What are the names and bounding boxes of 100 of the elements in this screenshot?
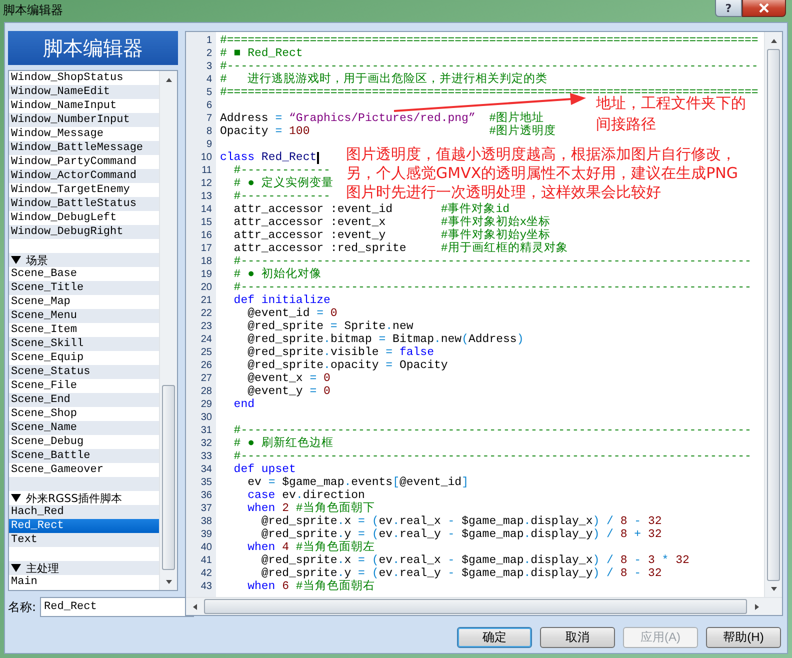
up-arrow-icon[interactable] xyxy=(770,36,778,44)
script-item[interactable]: Hach_Red xyxy=(9,505,159,519)
code-line: # ■ Red_Rect xyxy=(220,47,303,60)
code-line: #------------- xyxy=(232,164,330,177)
annotation-text: 图片时先进行一次透明处理，这样效果会比较好 xyxy=(346,183,661,202)
script-item[interactable]: Window_DebugRight xyxy=(9,225,159,239)
code-line: end xyxy=(232,398,255,411)
line-number: 6 xyxy=(205,100,213,111)
script-item[interactable]: Scene_Title xyxy=(9,281,159,295)
line-number: 13 xyxy=(200,191,213,202)
code-line: @red_sprite.x = (ev.real_x - $game_map.display_x) / 8 - 32 xyxy=(260,515,662,528)
script-item[interactable]: Window_BattleMessage xyxy=(9,141,159,155)
line-number: 3 xyxy=(205,61,213,72)
code-line: attr_accessor :red_sprite #用于画红框的精灵对象 xyxy=(232,242,568,255)
line-number: 15 xyxy=(200,217,213,228)
code-line: #------------- xyxy=(232,190,330,203)
code-line: @red_sprite.y = (ev.real_y - $game_map.display_y) / 8 + 32 xyxy=(260,528,662,541)
name-field[interactable]: Red_Rect xyxy=(40,597,194,617)
script-item[interactable]: Window_NameEdit xyxy=(9,85,159,99)
script-item[interactable]: Scene_Battle xyxy=(9,449,159,463)
line-number: 16 xyxy=(200,230,213,241)
script-item[interactable]: Scene_End xyxy=(9,393,159,407)
script-item[interactable]: Window_TargetEnemy xyxy=(9,183,159,197)
script-item[interactable]: Scene_Item xyxy=(9,323,159,337)
script-item[interactable]: Scene_Shop xyxy=(9,407,159,421)
code-line: @red_sprite.opacity = Opacity xyxy=(246,359,448,372)
line-number: 10 xyxy=(200,152,213,163)
line-number: 8 xyxy=(205,126,213,137)
down-arrow-icon[interactable] xyxy=(164,578,172,586)
code-line: # ● 刷新红色边框 xyxy=(232,437,334,450)
script-item[interactable]: Window_DebugLeft xyxy=(9,211,159,225)
script-item[interactable]: Window_BattleStatus xyxy=(9,197,159,211)
code-line: def initialize xyxy=(232,294,330,307)
expand-triangle-icon[interactable] xyxy=(11,564,21,572)
script-item[interactable]: Scene_Equip xyxy=(9,351,159,365)
script-item[interactable]: Scene_Base xyxy=(9,267,159,281)
dialog-button[interactable]: 确定 xyxy=(457,627,532,648)
script-item[interactable]: Window_ActorCommand xyxy=(9,169,159,183)
editor-banner: 脚本编辑器 xyxy=(8,31,178,65)
code-line: #============================================================================= xyxy=(220,34,758,47)
code-line: case ev.direction xyxy=(246,489,365,502)
dialog-button[interactable]: 帮助(H) xyxy=(706,627,781,648)
code-line: @event_id = 0 xyxy=(246,307,338,320)
scroll-thumb[interactable] xyxy=(767,49,780,581)
script-item[interactable]: Scene_File xyxy=(9,379,159,393)
line-number: 37 xyxy=(200,503,213,514)
script-item[interactable]: Scene_Menu xyxy=(9,309,159,323)
line-number: 19 xyxy=(200,269,213,280)
script-item[interactable]: Scene_Status xyxy=(9,365,159,379)
script-item[interactable]: Scene_Debug xyxy=(9,435,159,449)
script-item[interactable]: Scene_Name xyxy=(9,421,159,435)
code-line: when 6 #当角色面朝右 xyxy=(246,580,375,593)
line-number: 9 xyxy=(205,139,213,150)
down-arrow-icon[interactable] xyxy=(770,584,778,592)
close-button[interactable] xyxy=(742,0,786,17)
scroll-thumb[interactable] xyxy=(204,599,747,614)
script-item[interactable]: Window_PartyCommand xyxy=(9,155,159,169)
group-header[interactable]: 场景 xyxy=(26,252,48,268)
script-item[interactable]: Window_Message xyxy=(9,127,159,141)
scroll-thumb[interactable] xyxy=(162,385,175,570)
line-number: 21 xyxy=(200,295,213,306)
expand-triangle-icon[interactable] xyxy=(11,256,21,264)
code-line: # ● 定义实例变量 xyxy=(232,177,334,190)
dialog-button[interactable]: 取消 xyxy=(540,627,615,648)
code-line: #-------------------------------------------------------------------------- xyxy=(232,255,752,268)
line-number: 26 xyxy=(200,360,213,371)
script-item[interactable]: Window_ShopStatus xyxy=(9,71,159,85)
annotation-text: 图片透明度，值越小透明度越高，根据添加图片自行修改， xyxy=(346,145,736,164)
script-item[interactable]: Scene_Skill xyxy=(9,337,159,351)
code-line: Opacity = 100 #图片透明度 xyxy=(220,125,556,138)
line-number: 32 xyxy=(200,438,213,449)
line-number: 1 xyxy=(205,35,213,46)
line-number: 28 xyxy=(200,386,213,397)
vertical-scrollbar[interactable] xyxy=(159,71,177,590)
right-arrow-icon[interactable] xyxy=(752,602,760,610)
up-arrow-icon[interactable] xyxy=(164,76,172,84)
script-item[interactable]: Window_NumberInput xyxy=(9,113,159,127)
code-line: #----------------------------------------------------------------------------- xyxy=(220,60,758,73)
script-item[interactable]: Red_Rect xyxy=(9,519,159,533)
code-line: #-------------------------------------------------------------------------- xyxy=(232,450,752,463)
script-item[interactable]: Scene_Gameover xyxy=(9,463,159,477)
line-number: 43 xyxy=(200,581,213,592)
code-line: ev = $game_map.events[@event_id] xyxy=(246,476,468,489)
script-item[interactable]: Text xyxy=(9,533,159,547)
line-number: 2 xyxy=(205,48,213,59)
line-number: 22 xyxy=(200,308,213,319)
code-line: def upset xyxy=(232,463,296,476)
script-item[interactable]: Window_NameInput xyxy=(9,99,159,113)
script-item[interactable]: Main xyxy=(9,575,159,589)
code-line: @event_y = 0 xyxy=(246,385,330,398)
name-label: 名称: xyxy=(8,598,36,616)
line-number: 30 xyxy=(200,412,213,423)
line-number: 36 xyxy=(200,490,213,501)
script-item[interactable]: Scene_Map xyxy=(9,295,159,309)
line-number: 39 xyxy=(200,529,213,540)
line-number: 27 xyxy=(200,373,213,384)
help-button[interactable]: ? xyxy=(715,0,742,17)
code-editor[interactable] xyxy=(185,31,783,616)
vertical-scrollbar[interactable] xyxy=(764,32,782,597)
group-header[interactable]: 外来RGSS插件脚本 xyxy=(26,490,122,506)
